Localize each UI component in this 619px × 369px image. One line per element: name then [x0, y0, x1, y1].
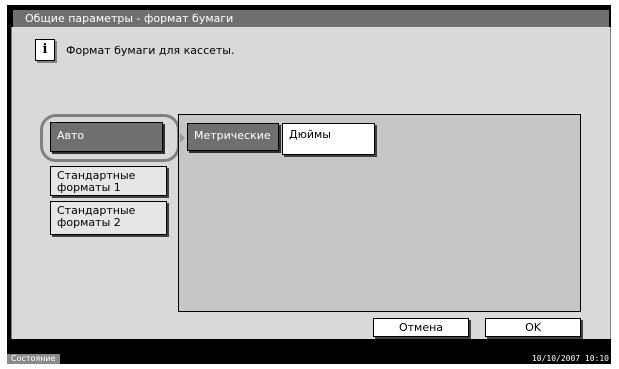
tab-inches[interactable]: Дюймы — [282, 123, 375, 155]
standard-formats-1-button[interactable]: Стандартные форматы 1 — [50, 166, 167, 196]
status-datetime: 10/10/2007 10:10 — [531, 354, 609, 363]
main-panel: i Формат бумаги для кассеты. Авто Станда… — [11, 27, 611, 339]
status-button[interactable]: Состояние — [7, 354, 60, 364]
arrow-right-icon — [180, 133, 185, 143]
ok-button[interactable]: OK — [485, 318, 581, 337]
tab-metric[interactable]: Метрические — [187, 123, 279, 151]
format-options-area: Метрические Дюймы — [178, 114, 581, 312]
info-icon: i — [35, 39, 55, 61]
window-title: Общие параметры - формат бумаги — [13, 10, 609, 27]
bottom-bar — [11, 339, 611, 357]
right-divider — [610, 27, 611, 339]
auto-button[interactable]: Авто — [50, 122, 163, 152]
cancel-button[interactable]: Отмена — [373, 318, 469, 337]
info-message: Формат бумаги для кассеты. — [66, 44, 235, 57]
left-divider — [11, 27, 12, 339]
standard-formats-2-button[interactable]: Стандартные форматы 2 — [50, 201, 167, 235]
